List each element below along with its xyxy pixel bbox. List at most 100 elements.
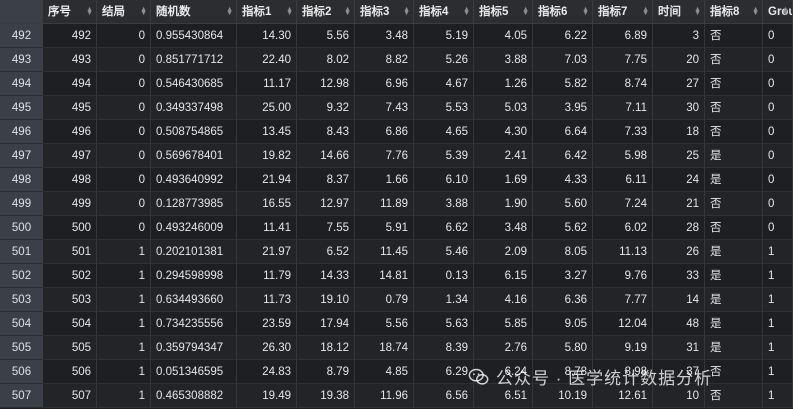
sort-icon[interactable]: ▲ ▼ — [522, 6, 529, 17]
table-cell: 21.97 — [237, 240, 297, 264]
sort-icon[interactable]: ▲ ▼ — [752, 6, 759, 17]
table-cell: 7.24 — [593, 192, 653, 216]
sort-icon[interactable]: ▲ ▼ — [782, 6, 789, 17]
table-cell: 4.05 — [474, 24, 533, 48]
table-cell: 1 — [763, 336, 793, 360]
data-table: 序号 ▲ ▼ 结局 ▲ ▼ 随机数 ▲ ▼ 指标1 ▲ ▼ 指标2 ▲ ▼ 指标3 ▲ ▼ 指标4 ▲ ▼ 指标5 ▲ ▼ 指标… — [0, 0, 793, 408]
table-cell: 否 — [705, 192, 763, 216]
table-cell: 8.37 — [297, 168, 355, 192]
table-cell: 8.02 — [297, 48, 355, 72]
sort-icon[interactable]: ▲ ▼ — [140, 6, 147, 17]
sort-icon[interactable]: ▲ ▼ — [86, 6, 93, 17]
table-cell: 是 — [705, 312, 763, 336]
column-header[interactable]: 序号 ▲ ▼ — [43, 0, 97, 24]
table-cell: 3.88 — [414, 192, 474, 216]
table-cell: 5.46 — [414, 240, 474, 264]
table-cell: 8.39 — [414, 336, 474, 360]
row-number: 507 — [0, 384, 43, 408]
table-cell: 4.16 — [474, 288, 533, 312]
sort-icon[interactable]: ▲ ▼ — [403, 6, 410, 17]
row-number: 502 — [0, 264, 43, 288]
table-cell: 0.359794347 — [151, 336, 237, 360]
table-cell: 0.569678401 — [151, 144, 237, 168]
sort-icon[interactable]: ▲ ▼ — [642, 6, 649, 17]
table-cell: 504 — [43, 312, 97, 336]
table-cell: 1 — [97, 384, 151, 408]
column-header[interactable]: 指标3 ▲ ▼ — [355, 0, 414, 24]
table-cell: 11.17 — [237, 72, 297, 96]
table-cell: 0.79 — [355, 288, 414, 312]
table-cell: 3.88 — [474, 48, 533, 72]
table-cell: 507 — [43, 384, 97, 408]
table-cell: 6.86 — [355, 120, 414, 144]
table-cell: 9.19 — [593, 336, 653, 360]
table-cell: 16.55 — [237, 192, 297, 216]
table-cell: 22.40 — [237, 48, 297, 72]
table-cell: 是 — [705, 168, 763, 192]
table-cell: 14.81 — [355, 264, 414, 288]
row-number: 498 — [0, 168, 43, 192]
sort-icon[interactable]: ▲ ▼ — [463, 6, 470, 17]
column-header[interactable]: 时间 ▲ ▼ — [653, 0, 705, 24]
row-number: 499 — [0, 192, 43, 216]
column-header[interactable]: 指标1 ▲ ▼ — [237, 0, 297, 24]
table-cell: 7.43 — [355, 96, 414, 120]
table-cell: 6.89 — [593, 24, 653, 48]
table-cell: 否 — [705, 360, 763, 384]
table-cell: 否 — [705, 96, 763, 120]
table-cell: 6.02 — [593, 216, 653, 240]
table-cell: 19.38 — [297, 384, 355, 408]
table-cell: 7.76 — [355, 144, 414, 168]
table-cell: 11.79 — [237, 264, 297, 288]
table-cell: 18 — [653, 120, 705, 144]
column-header[interactable]: 随机数 ▲ ▼ — [151, 0, 237, 24]
table-cell: 26 — [653, 240, 705, 264]
column-header[interactable]: 结局 ▲ ▼ — [97, 0, 151, 24]
table-cell: 4.65 — [414, 120, 474, 144]
table-cell: 8.82 — [355, 48, 414, 72]
column-header[interactable]: 指标7 ▲ ▼ — [593, 0, 653, 24]
table-cell: 492 — [43, 24, 97, 48]
table-cell: 503 — [43, 288, 97, 312]
table-cell: 6.10 — [414, 168, 474, 192]
table-cell: 8.43 — [297, 120, 355, 144]
table-cell: 0.851771712 — [151, 48, 237, 72]
table-cell: 4.30 — [474, 120, 533, 144]
sort-icon[interactable]: ▲ ▼ — [344, 6, 351, 17]
sort-icon[interactable]: ▲ ▼ — [226, 6, 233, 17]
table-cell: 0 — [97, 120, 151, 144]
table-cell: 0 — [97, 216, 151, 240]
column-header-label: 时间 — [658, 6, 681, 18]
sort-icon[interactable]: ▲ ▼ — [694, 6, 701, 17]
table-cell: 11.73 — [237, 288, 297, 312]
column-header[interactable]: Group▲▼ — [763, 0, 793, 24]
table-cell: 30 — [653, 96, 705, 120]
table-cell: 6.56 — [414, 384, 474, 408]
column-header-label: 指标7 — [598, 6, 628, 18]
row-number: 493 — [0, 48, 43, 72]
column-header[interactable]: 指标2 ▲ ▼ — [297, 0, 355, 24]
table-cell: 1 — [763, 312, 793, 336]
row-number: 496 — [0, 120, 43, 144]
column-header-label: 指标6 — [538, 6, 568, 18]
table-cell: 1 — [97, 336, 151, 360]
table-cell: 24 — [653, 168, 705, 192]
table-cell: 11.96 — [355, 384, 414, 408]
table-cell: 12.04 — [593, 312, 653, 336]
table-cell: 否 — [705, 384, 763, 408]
table-cell: 5.56 — [355, 312, 414, 336]
column-header[interactable]: 指标8 ▲ ▼ — [705, 0, 763, 24]
corner-cell — [0, 0, 43, 24]
table-cell: 是 — [705, 240, 763, 264]
sort-icon[interactable]: ▲ ▼ — [286, 6, 293, 17]
column-header[interactable]: 指标6 ▲ ▼ — [533, 0, 593, 24]
column-header[interactable]: 指标4 ▲ ▼ — [414, 0, 474, 24]
table-cell: 21.94 — [237, 168, 297, 192]
sort-icon[interactable]: ▲ ▼ — [582, 6, 589, 17]
table-cell: 506 — [43, 360, 97, 384]
table-cell: 0 — [763, 168, 793, 192]
table-cell: 9.32 — [297, 96, 355, 120]
column-header[interactable]: 指标5 ▲ ▼ — [474, 0, 533, 24]
table-cell: 否 — [705, 48, 763, 72]
table-cell: 1 — [97, 360, 151, 384]
